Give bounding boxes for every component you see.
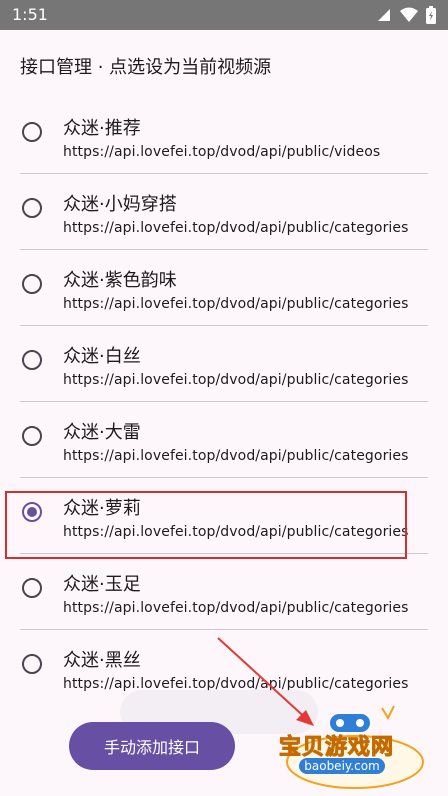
source-url: https://api.lovefei.top/dvod/api/public/…	[63, 296, 409, 312]
radio-button[interactable]	[22, 122, 42, 142]
source-name: 众迷·大雷	[63, 422, 141, 443]
signal-icon	[378, 9, 390, 21]
selection-highlight-box	[5, 491, 407, 559]
source-name: 众迷·黑丝	[63, 650, 141, 671]
watermark-domain: baobeiy.com	[299, 758, 385, 774]
battery-icon	[426, 6, 436, 24]
status-bar: 1:51	[0, 0, 448, 30]
source-url: https://api.lovefei.top/dvod/api/public/…	[63, 220, 409, 236]
radio-button[interactable]	[22, 274, 42, 294]
list-item[interactable]: 众迷·小妈穿搭 https://api.lovefei.top/dvod/api…	[0, 174, 448, 250]
radio-button[interactable]	[22, 578, 42, 598]
list-item[interactable]: 众迷·大雷 https://api.lovefei.top/dvod/api/p…	[0, 402, 448, 478]
source-name: 众迷·紫色韵味	[63, 270, 177, 291]
page-title: 接口管理 · 点选设为当前视频源	[20, 57, 272, 78]
list-item[interactable]: 众迷·推荐 https://api.lovefei.top/dvod/api/p…	[0, 98, 448, 174]
source-name: 众迷·白丝	[63, 346, 141, 367]
source-url: https://api.lovefei.top/dvod/api/public/…	[63, 372, 409, 388]
watermark-text: 宝贝游戏网	[278, 735, 395, 761]
wifi-icon	[400, 7, 418, 22]
list-item[interactable]: 众迷·白丝 https://api.lovefei.top/dvod/api/p…	[0, 326, 448, 402]
list-item[interactable]: 众迷·玉足 https://api.lovefei.top/dvod/api/p…	[0, 554, 448, 630]
source-url: https://api.lovefei.top/dvod/api/public/…	[63, 448, 409, 464]
source-name: 众迷·小妈穿搭	[63, 194, 177, 215]
source-url: https://api.lovefei.top/dvod/api/public/…	[63, 144, 381, 160]
status-icons	[376, 6, 436, 24]
source-name: 众迷·推荐	[63, 118, 141, 139]
radio-button[interactable]	[22, 426, 42, 446]
status-time: 1:51	[12, 5, 48, 24]
radio-button[interactable]	[22, 198, 42, 218]
source-url: https://api.lovefei.top/dvod/api/public/…	[63, 600, 409, 616]
list-item[interactable]: 众迷·紫色韵味 https://api.lovefei.top/dvod/api…	[0, 250, 448, 326]
source-name: 众迷·玉足	[63, 574, 141, 595]
radio-button[interactable]	[22, 654, 42, 674]
radio-button[interactable]	[22, 350, 42, 370]
